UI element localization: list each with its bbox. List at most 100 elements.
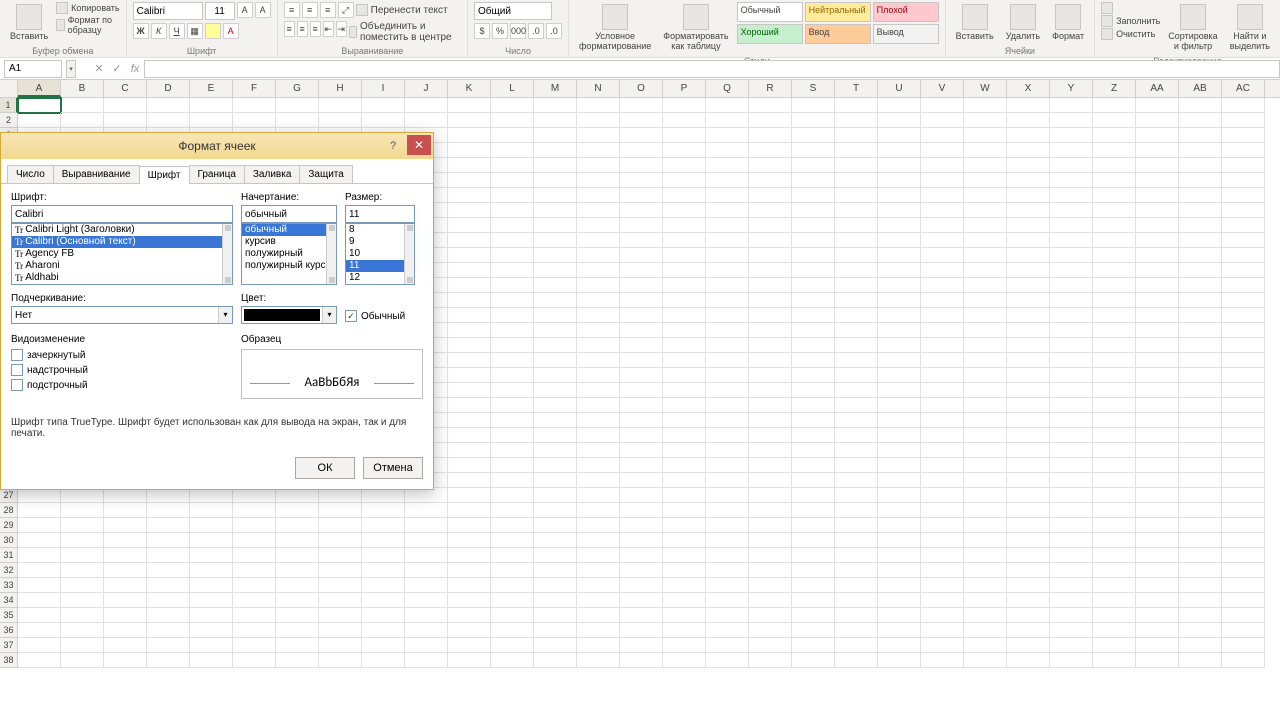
cell[interactable]: [663, 443, 706, 458]
cell[interactable]: [878, 563, 921, 578]
cell[interactable]: [749, 533, 792, 548]
cell[interactable]: [835, 98, 878, 113]
cell[interactable]: [1050, 623, 1093, 638]
cell[interactable]: [577, 263, 620, 278]
cell[interactable]: [792, 173, 835, 188]
cell[interactable]: [319, 533, 362, 548]
currency-button[interactable]: $: [474, 23, 490, 39]
cell[interactable]: [1136, 353, 1179, 368]
cell[interactable]: [706, 158, 749, 173]
list-item[interactable]: TrAldhabi: [12, 272, 232, 284]
cell[interactable]: [1136, 308, 1179, 323]
cell[interactable]: [921, 308, 964, 323]
cell[interactable]: [964, 473, 1007, 488]
cell[interactable]: [1179, 308, 1222, 323]
cell[interactable]: [1179, 203, 1222, 218]
cell[interactable]: [835, 233, 878, 248]
cell[interactable]: [534, 518, 577, 533]
cell[interactable]: [878, 353, 921, 368]
cell[interactable]: [534, 383, 577, 398]
cell[interactable]: [534, 128, 577, 143]
cell[interactable]: [577, 548, 620, 563]
cell[interactable]: [190, 113, 233, 128]
cell[interactable]: [1007, 368, 1050, 383]
cell[interactable]: [1136, 293, 1179, 308]
cell[interactable]: [577, 338, 620, 353]
cell[interactable]: [964, 578, 1007, 593]
cell[interactable]: [577, 473, 620, 488]
cancel-formula-button[interactable]: ✕: [90, 60, 108, 78]
cell[interactable]: [577, 323, 620, 338]
cell[interactable]: [405, 548, 448, 563]
cell[interactable]: [749, 143, 792, 158]
column-header-V[interactable]: V: [921, 80, 964, 97]
cell[interactable]: [491, 653, 534, 668]
cell[interactable]: [276, 488, 319, 503]
cell[interactable]: [1222, 608, 1265, 623]
cell[interactable]: [964, 218, 1007, 233]
cell[interactable]: [233, 593, 276, 608]
column-header-I[interactable]: I: [362, 80, 405, 97]
cell[interactable]: [534, 173, 577, 188]
cell[interactable]: [491, 623, 534, 638]
cell[interactable]: [577, 488, 620, 503]
cell[interactable]: [792, 368, 835, 383]
cell[interactable]: [706, 188, 749, 203]
cell[interactable]: [878, 173, 921, 188]
cell[interactable]: [491, 413, 534, 428]
cell[interactable]: [835, 158, 878, 173]
cell[interactable]: [1179, 368, 1222, 383]
cell[interactable]: [405, 488, 448, 503]
format-painter-button[interactable]: Формат по образцу: [56, 15, 119, 35]
cell[interactable]: [749, 593, 792, 608]
cell[interactable]: [1050, 653, 1093, 668]
cell[interactable]: [233, 563, 276, 578]
cell[interactable]: [1050, 383, 1093, 398]
cell[interactable]: [233, 98, 276, 113]
cell[interactable]: [104, 518, 147, 533]
bold-button[interactable]: Ж: [133, 23, 149, 39]
cell[interactable]: [534, 533, 577, 548]
cell[interactable]: [749, 578, 792, 593]
style-good[interactable]: Хороший: [737, 24, 803, 44]
cell[interactable]: [878, 143, 921, 158]
cell[interactable]: [491, 233, 534, 248]
cell[interactable]: [61, 113, 104, 128]
cell[interactable]: [1222, 653, 1265, 668]
cell[interactable]: [1050, 428, 1093, 443]
column-header-Q[interactable]: Q: [706, 80, 749, 97]
cell[interactable]: [749, 158, 792, 173]
cell[interactable]: [1179, 473, 1222, 488]
cell[interactable]: [792, 113, 835, 128]
cell[interactable]: [190, 563, 233, 578]
cell[interactable]: [964, 323, 1007, 338]
style-output[interactable]: Вывод: [873, 24, 939, 44]
cell[interactable]: [233, 503, 276, 518]
cell[interactable]: [534, 368, 577, 383]
increase-decimal-button[interactable]: .0: [528, 23, 544, 39]
cell[interactable]: [1136, 338, 1179, 353]
cell[interactable]: [1136, 143, 1179, 158]
cell[interactable]: [964, 563, 1007, 578]
cell[interactable]: [1093, 443, 1136, 458]
cell[interactable]: [1093, 368, 1136, 383]
cell[interactable]: [233, 623, 276, 638]
cell[interactable]: [706, 98, 749, 113]
cell[interactable]: [61, 563, 104, 578]
cell[interactable]: [1222, 383, 1265, 398]
cell[interactable]: [1007, 158, 1050, 173]
row-header-30[interactable]: 30: [0, 533, 18, 548]
cell[interactable]: [1050, 308, 1093, 323]
cell[interactable]: [620, 413, 663, 428]
size-list-scrollbar[interactable]: [404, 224, 414, 284]
cell[interactable]: [61, 578, 104, 593]
cell[interactable]: [706, 113, 749, 128]
cell[interactable]: [792, 518, 835, 533]
cell[interactable]: [878, 113, 921, 128]
autosum-button[interactable]: [1101, 2, 1160, 14]
cell[interactable]: [319, 593, 362, 608]
cell[interactable]: [1093, 473, 1136, 488]
cell[interactable]: [147, 518, 190, 533]
cell[interactable]: [749, 128, 792, 143]
cell[interactable]: [1136, 473, 1179, 488]
